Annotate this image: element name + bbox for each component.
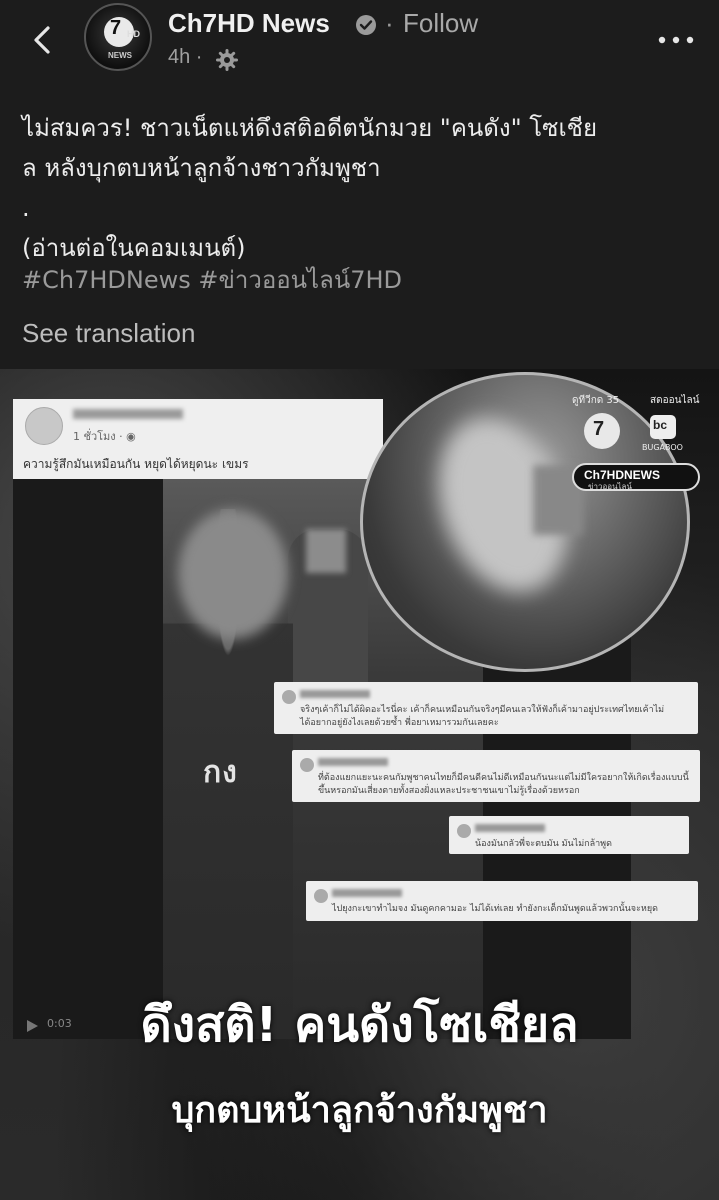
comment-avatar: [300, 758, 314, 772]
live-online-label: สดออนไลน์: [650, 395, 700, 406]
broadcaster-logos: ดูทีวีกด 35 7 สดออนไลน์ bc BUGABOO Ch7HD…: [570, 383, 710, 493]
header-separator: ·: [385, 8, 394, 38]
post-header: 7 HD NEWS Ch7HD News · Follow 4h ·: [0, 0, 719, 84]
post-time[interactable]: 4h ·: [168, 46, 202, 69]
caption-line: ไม่สมควร! ชาวเน็ตแห่ดึงสติอดีตนักมวย "คน…: [22, 114, 598, 142]
more-options-icon[interactable]: [656, 30, 696, 50]
embedded-fb-post: 1 ชั่วโมง · ◉ ความรู้สึกมันเหมือนกัน หยุ…: [13, 399, 383, 479]
hashtags[interactable]: #Ch7HDNews #ข่าวออนไลน์7HD: [22, 260, 402, 300]
comment-name-blurred: [332, 889, 402, 897]
comment-text: น้องมันกลัวพี่จะตบมัน มันไม่กล้าพูด: [475, 839, 612, 849]
embedded-time: 1 ชั่วโมง · ◉: [73, 430, 136, 443]
avatar-logo-seven: 7: [110, 17, 122, 39]
comment-avatar: [457, 824, 471, 838]
embedded-name-blurred: [73, 409, 183, 419]
headline-line-2: บุกตบหน้าลูกจ้างกัมพูชา: [171, 1090, 548, 1131]
ch7-logo-text: 7: [593, 418, 605, 440]
page-name[interactable]: Ch7HD News: [168, 8, 330, 39]
foreground-person-face-blurred: [178, 509, 288, 639]
back-arrow-icon[interactable]: [24, 22, 60, 58]
comment-avatar: [314, 889, 328, 903]
verified-badge-icon: [356, 15, 376, 35]
post-image[interactable]: 1 ชั่วโมง · ◉ ความรู้สึกมันเหมือนกัน หยุ…: [0, 369, 719, 1200]
avatar-logo-news: NEWS: [108, 51, 132, 60]
embedded-text: ความรู้สึกมันเหมือนกัน หยุดได้หยุดนะ เขม…: [23, 457, 249, 471]
comment-text: ที่ต้องแยกแยะนะคนกัมพูชาคนไทยก็มีคนดีคนไ…: [318, 773, 689, 796]
jersey-text: กง: [203, 755, 238, 790]
ch7hd-news-pill: Ch7HDNEWS ข่าวออนไลน์: [572, 463, 700, 491]
see-translation-link[interactable]: See translation: [22, 318, 195, 349]
embedded-avatar: [25, 407, 63, 445]
comment-card: น้องมันกลัวพี่จะตบมัน มันไม่กล้าพูด: [449, 816, 689, 854]
bugaboo-logo: bc: [650, 415, 676, 439]
ch7-logo: 7: [584, 413, 620, 449]
page-avatar[interactable]: 7 HD NEWS: [84, 3, 152, 71]
comment-text: จริงๆเค้าก็ไม่ได้ผิดอะไรนี่คะ เค้าก็คนเห…: [300, 705, 665, 728]
comment-card: ไปยุงกะเขาทำไมจง มันดูคกคามอะ ไม่ได้เท่เ…: [306, 881, 698, 921]
caption-line: .: [22, 194, 30, 222]
comment-name-blurred: [475, 824, 545, 832]
comment-name-blurred: [300, 690, 370, 698]
ch7-channel-label: ดูทีวีกด 35: [572, 395, 620, 406]
post-caption: ไม่สมควร! ชาวเน็ตแห่ดึงสติอดีตนักมวย "คน…: [22, 108, 702, 268]
follow-button[interactable]: Follow: [403, 8, 478, 39]
caption-line: ล หลังบุกตบหน้าลูกจ้างชาวกัมพูชา: [22, 154, 381, 182]
news-pill-subtitle: ข่าวออนไลน์: [588, 482, 632, 491]
comment-card: ที่ต้องแยกแยะนะคนกัมพูชาคนไทยก็มีคนดีคนไ…: [292, 750, 700, 802]
avatar-logo-hd: HD: [127, 29, 140, 39]
comment-name-blurred: [318, 758, 388, 766]
bugaboo-logo-text: bc: [653, 418, 668, 432]
background-person-face-pixelated: [306, 529, 346, 573]
comment-avatar: [282, 690, 296, 704]
audience-gear-icon[interactable]: [216, 49, 238, 71]
comment-card: จริงๆเค้าก็ไม่ได้ผิดอะไรนี่คะ เค้าก็คนเห…: [274, 682, 698, 734]
headline-line-1: ดึงสติ! คนดังโซเชียล: [140, 997, 579, 1053]
bugaboo-label: BUGABOO: [642, 443, 683, 452]
comment-text: ไปยุงกะเขาทำไมจง มันดูคกคามอะ ไม่ได้เท่เ…: [332, 904, 658, 914]
